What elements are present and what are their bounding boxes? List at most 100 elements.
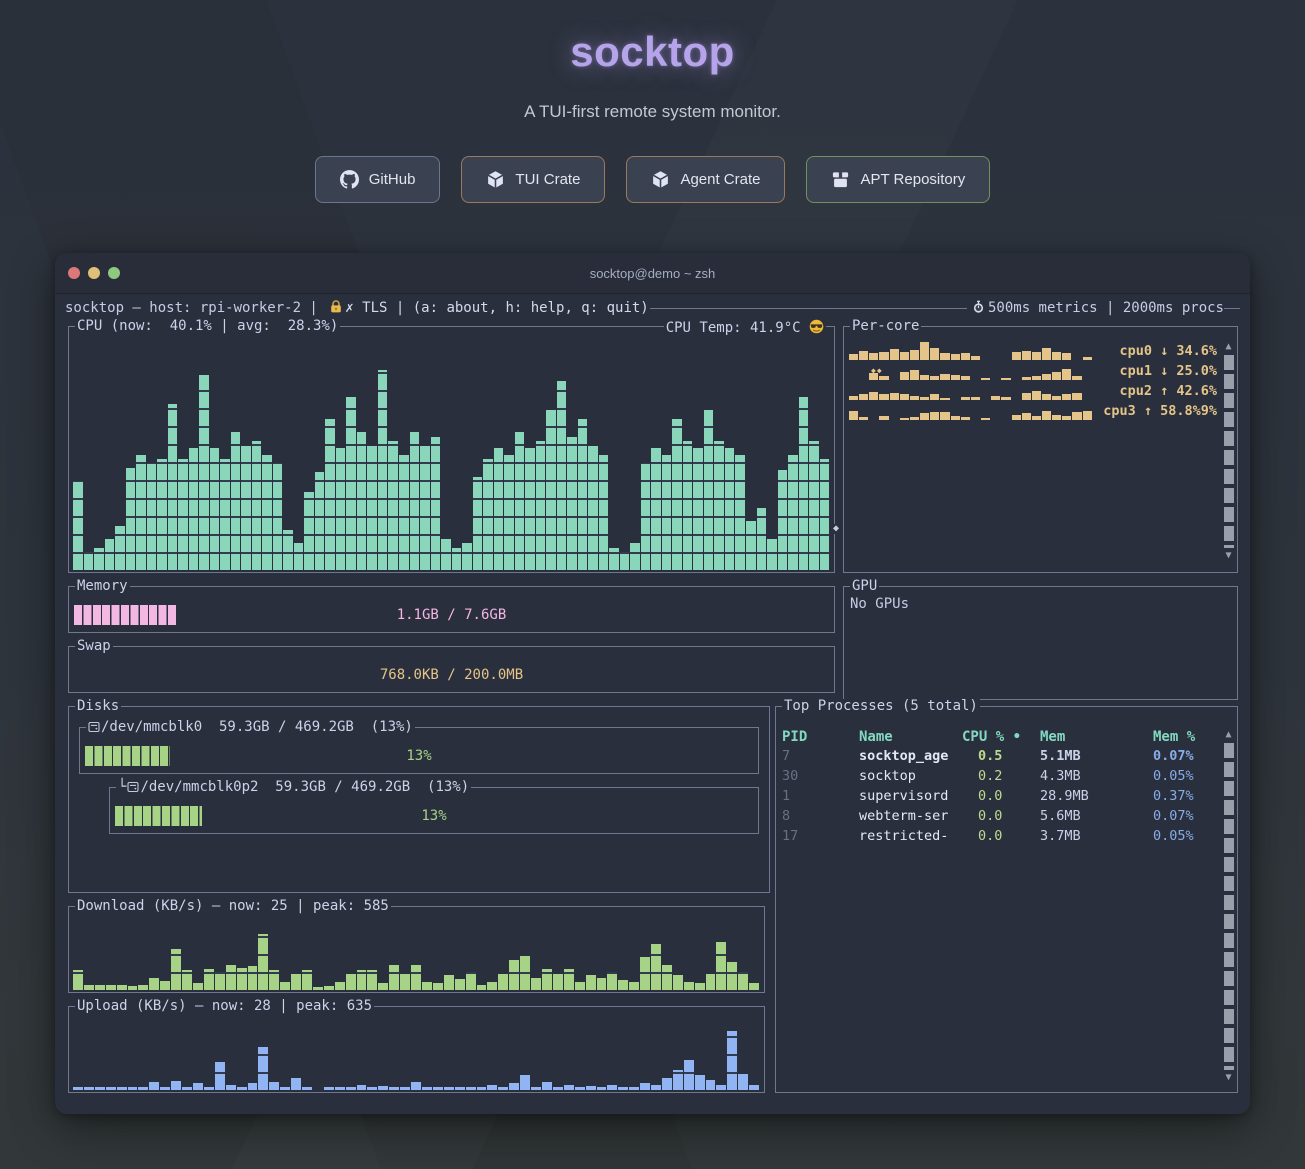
process-column-header[interactable]: Mem — [1040, 730, 1153, 744]
sparkline-bar — [920, 342, 929, 360]
chart-bar — [684, 982, 694, 990]
process-column-header[interactable]: Name — [859, 730, 962, 744]
chart-bar — [578, 419, 588, 570]
cpu-panel-diamond-icon: ◆ — [833, 524, 839, 534]
process-row[interactable]: 7socktop_age0.55.1MB0.07% — [776, 747, 1221, 767]
link-button-agent-crate[interactable]: Agent Crate — [626, 156, 785, 203]
core-row-cpu1: ◆◆cpu1 ↓ 25.0% — [849, 361, 1219, 381]
chart-bar — [433, 983, 443, 990]
sparkline-bar — [981, 378, 990, 380]
core-sparkline — [849, 363, 1113, 380]
chart-bar — [620, 552, 630, 570]
chart-bar — [487, 982, 497, 990]
process-row[interactable]: 1supervisord0.028.9MB0.37% — [776, 787, 1221, 807]
sparkline-bar — [1022, 377, 1031, 380]
process-cell: 28.9MB — [1040, 790, 1153, 804]
process-cell: 30 — [782, 770, 859, 784]
chart-bar — [378, 983, 388, 990]
chart-bar — [483, 459, 493, 570]
chart-bar — [599, 455, 609, 570]
chart-bar — [564, 1085, 574, 1090]
chart-bar — [106, 1087, 116, 1090]
sparkline-bar — [1083, 357, 1092, 360]
process-cell: 1 — [782, 790, 859, 804]
process-row[interactable]: 17restricted-0.03.7MB0.05% — [776, 827, 1221, 847]
chart-bar — [399, 455, 409, 570]
link-button-tui-crate[interactable]: TUI Crate — [461, 156, 605, 203]
process-cell: 17 — [782, 830, 859, 844]
chart-bar — [346, 1087, 356, 1090]
chart-bar — [304, 492, 314, 570]
chart-bar — [315, 472, 325, 570]
chart-bar — [357, 1085, 367, 1090]
chart-bar — [640, 1083, 650, 1090]
terminal-titlebar: socktop@demo ~ zsh — [55, 253, 1250, 294]
chart-bar — [115, 526, 125, 570]
status-line: socktop — host: rpi-worker-2 | ✗ TLS | (… — [65, 300, 1240, 316]
core-usage-label: cpu0 ↓ 34.6% — [1119, 345, 1217, 359]
chart-bar — [597, 978, 607, 990]
process-column-header[interactable]: PID — [782, 730, 859, 744]
process-cell: 0.5 — [962, 750, 1040, 764]
sparkline-bar — [961, 417, 970, 420]
chart-bar — [462, 543, 472, 570]
chart-bar — [651, 944, 661, 990]
chart-bar — [94, 548, 104, 570]
chart-bar — [716, 942, 726, 990]
chart-bar — [291, 1078, 301, 1090]
chart-bar — [477, 985, 487, 990]
sparkline-bar — [900, 352, 909, 360]
chart-bar — [336, 448, 346, 570]
sparkline-bar — [940, 412, 949, 420]
chart-bar — [546, 410, 556, 570]
chart-bar — [557, 381, 567, 570]
sparkline-bar — [930, 376, 939, 380]
refresh-rates: 500ms metrics | 2000ms procs — [988, 301, 1224, 315]
disk-subpanel-0: /dev/mmcblk0 59.3GB / 469.2GB (13%)13% — [79, 727, 759, 774]
chart-bar — [147, 463, 157, 570]
chart-bar — [673, 1070, 683, 1090]
chart-bar — [422, 982, 432, 990]
sparkline-bar — [981, 418, 990, 420]
chart-bar — [494, 448, 504, 570]
chart-bar — [84, 985, 94, 990]
chart-bar — [73, 970, 83, 990]
terminal-title: socktop@demo ~ zsh — [55, 266, 1250, 281]
process-row[interactable]: 8webterm-ser0.05.6MB0.07% — [776, 807, 1221, 827]
chart-bar — [346, 974, 356, 991]
memory-gauge: 1.1GB / 7.6GB — [74, 605, 829, 625]
process-column-header[interactable]: Mem % — [1153, 730, 1221, 744]
chart-bar — [757, 508, 767, 570]
link-button-github[interactable]: GitHub — [315, 156, 441, 203]
chart-bar — [487, 1085, 497, 1090]
chart-bar — [542, 969, 552, 990]
chart-bar — [466, 1087, 476, 1090]
chart-bar — [441, 539, 451, 570]
sparkline-bar — [991, 396, 1000, 400]
disk-icon — [127, 781, 139, 793]
process-column-header[interactable]: CPU % • — [962, 730, 1040, 744]
sparkline-bar — [1052, 372, 1061, 380]
chart-bar — [618, 1087, 628, 1090]
upload-panel: Upload (KB/s) — now: 28 | peak: 635 — [68, 1006, 765, 1093]
chart-bar — [431, 437, 441, 570]
link-button-apt-repository[interactable]: APT Repository — [806, 156, 990, 203]
chart-bar — [389, 965, 399, 990]
chart-bar — [269, 970, 279, 990]
process-cell: restricted- — [859, 830, 962, 844]
process-cell: 3.7MB — [1040, 830, 1153, 844]
sparkline-bar — [879, 352, 888, 360]
disk-gauge: 13% — [85, 746, 753, 766]
chart-bar — [126, 468, 136, 570]
process-row[interactable]: 30socktop0.24.3MB0.05% — [776, 767, 1221, 787]
memory-panel-title: Memory — [75, 579, 130, 593]
chart-bar — [95, 1087, 105, 1090]
chart-bar — [542, 1082, 552, 1090]
chart-bar — [662, 1078, 672, 1090]
chart-bar — [73, 481, 83, 570]
gpu-status-text: No GPUs — [850, 597, 909, 611]
sparkline-bar — [900, 418, 909, 420]
chart-bar — [248, 1083, 258, 1090]
chart-bar — [799, 397, 809, 570]
disk-gauge: 13% — [115, 806, 753, 826]
